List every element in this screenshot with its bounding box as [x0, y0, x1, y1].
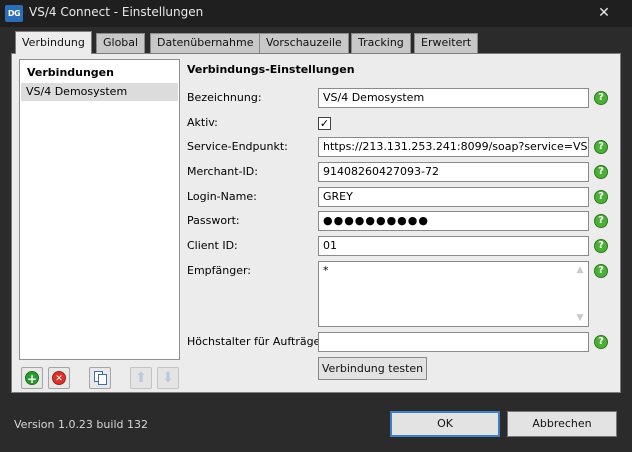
help-icon[interactable]: ?	[594, 140, 608, 154]
test-connection-button[interactable]: Verbindung testen	[318, 357, 427, 380]
add-connection-button[interactable]: +	[21, 367, 43, 389]
x-circle-icon: ✕	[52, 371, 66, 385]
help-icon[interactable]: ?	[594, 91, 608, 105]
merchant-id-input[interactable]: 91408260427093-72	[318, 162, 589, 182]
copy-icon	[94, 371, 108, 385]
password-input[interactable]: ●●●●●●●●●●	[318, 211, 589, 231]
help-icon[interactable]: ?	[594, 264, 608, 278]
merchant-id-label: Merchant-ID:	[187, 165, 258, 178]
tab-vorschauzeile[interactable]: Vorschauzeile	[259, 33, 349, 53]
cancel-button[interactable]: Abbrechen	[507, 411, 617, 437]
title-bar: DG VS/4 Connect - Einstellungen ✕	[0, 0, 632, 27]
client-id-input[interactable]: 01	[318, 236, 589, 256]
max-age-input[interactable]	[318, 332, 589, 352]
connections-list: Verbindungen VS/4 Demosystem	[19, 59, 180, 360]
arrow-down-icon: ⬇	[162, 370, 174, 386]
delete-connection-button[interactable]: ✕	[48, 367, 70, 389]
list-item[interactable]: VS/4 Demosystem	[21, 83, 178, 101]
tab-verbindung[interactable]: Verbindung	[15, 31, 92, 54]
help-icon[interactable]: ?	[594, 335, 608, 349]
help-icon[interactable]: ?	[594, 214, 608, 228]
move-up-button[interactable]: ⬆	[130, 367, 152, 389]
bezeichnung-label: Bezeichnung:	[187, 91, 262, 104]
login-name-input[interactable]: GREY	[318, 187, 589, 207]
plus-circle-icon: +	[25, 371, 39, 386]
section-title: Verbindungs-Einstellungen	[187, 63, 355, 76]
copy-connection-button[interactable]	[89, 367, 111, 389]
help-icon[interactable]: ?	[594, 239, 608, 253]
ok-button[interactable]: OK	[390, 411, 500, 437]
recipient-text: *	[323, 264, 329, 277]
tab-datenuebernahme[interactable]: Datenübernahme	[150, 33, 261, 53]
version-label: Version 1.0.23 build 132	[14, 418, 148, 431]
textarea-scrollbar[interactable]: ▲ ▼	[573, 263, 587, 325]
move-down-button[interactable]: ⬇	[157, 367, 179, 389]
chevron-up-icon: ▲	[576, 265, 584, 275]
chevron-down-icon: ▼	[576, 313, 584, 323]
recipient-label: Empfänger:	[187, 264, 252, 277]
tab-tracking[interactable]: Tracking	[351, 33, 411, 53]
aktiv-checkbox[interactable]: ✓	[318, 117, 331, 130]
aktiv-label: Aktiv:	[187, 116, 218, 129]
password-label: Passwort:	[187, 214, 240, 227]
close-icon[interactable]: ✕	[592, 2, 616, 24]
help-icon[interactable]: ?	[594, 165, 608, 179]
client-id-label: Client ID:	[187, 239, 238, 252]
bezeichnung-input[interactable]: VS/4 Demosystem	[318, 88, 589, 108]
tab-erweitert[interactable]: Erweitert	[414, 33, 479, 53]
endpoint-input[interactable]: https://213.131.253.241:8099/soap?servic…	[318, 137, 589, 157]
help-icon[interactable]: ?	[594, 190, 608, 204]
connections-list-header: Verbindungen	[27, 66, 114, 79]
tab-global[interactable]: Global	[96, 33, 146, 53]
recipient-textarea[interactable]: * ▲ ▼	[318, 261, 589, 327]
window-title: VS/4 Connect - Einstellungen	[29, 5, 204, 19]
endpoint-label: Service-Endpunkt:	[187, 140, 288, 153]
max-age-label: Höchstalter für Aufträge:	[187, 335, 325, 348]
app-logo-icon: DG	[5, 5, 23, 22]
arrow-up-icon: ⬆	[135, 370, 147, 386]
login-name-label: Login-Name:	[187, 190, 257, 203]
